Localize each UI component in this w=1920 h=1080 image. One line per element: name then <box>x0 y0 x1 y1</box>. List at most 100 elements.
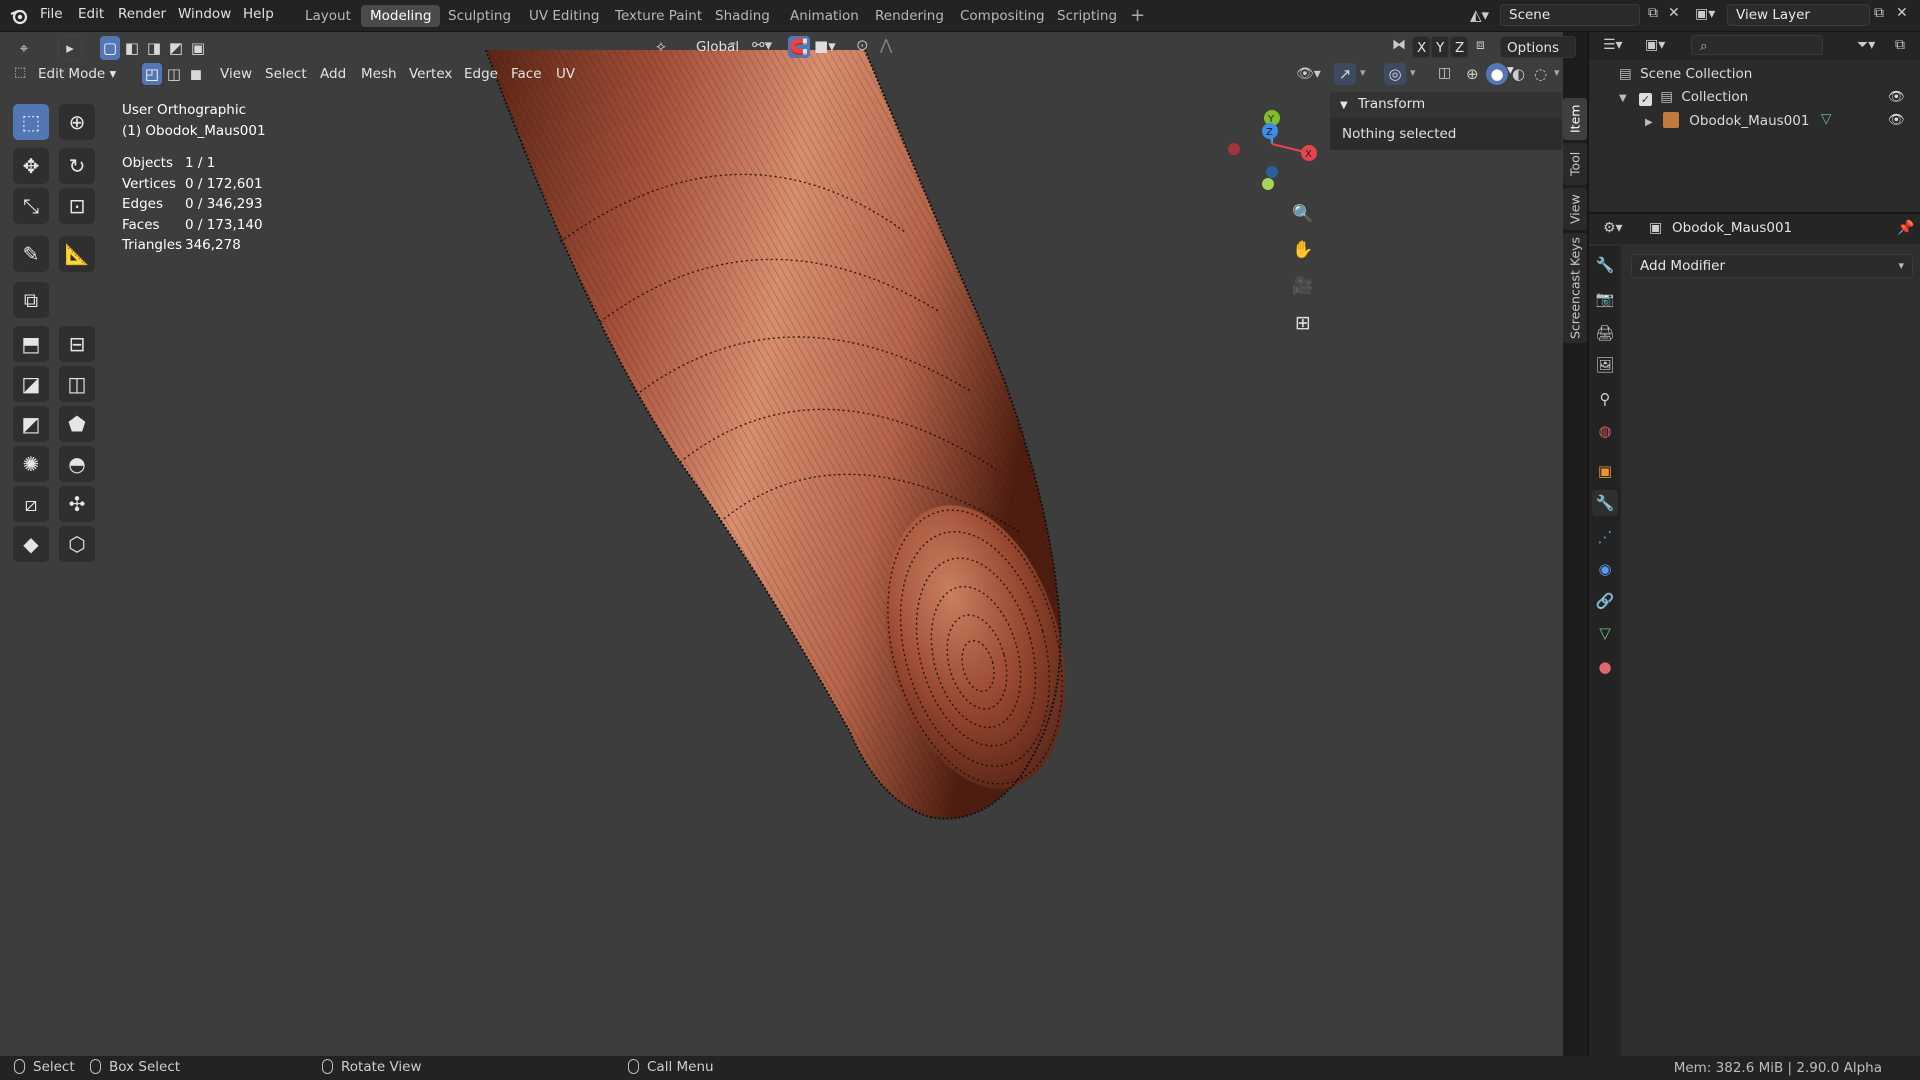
view-layer-props-icon[interactable]: 🖼 <box>1592 352 1618 378</box>
chevron-down-icon[interactable]: ▾ <box>1360 66 1366 79</box>
pan-hand-icon[interactable]: ✋ <box>1290 240 1316 266</box>
outliner-row-collection[interactable]: ▼ ✓ ▤ Collection 👁 <box>1619 89 1919 106</box>
shrink-fatten-tool-icon[interactable]: ✣ <box>59 486 95 522</box>
collection-checkbox[interactable]: ✓ <box>1639 93 1652 106</box>
annotate-tool-icon[interactable]: ✎ <box>13 236 49 272</box>
mesh-data-icon[interactable]: ▽ <box>1821 111 1831 127</box>
tab-sculpting[interactable]: Sculpting <box>439 5 520 27</box>
solid-shading-icon[interactable]: ● <box>1486 63 1508 85</box>
camera-view-icon[interactable]: 🎥 <box>1290 276 1316 302</box>
outliner-editor-icon[interactable]: ☰▾ <box>1603 37 1623 53</box>
snap-target-icon[interactable]: ■▾ <box>814 37 836 55</box>
properties-editor-icon[interactable]: ⚙▾ <box>1603 220 1623 236</box>
tab-layout[interactable]: Layout <box>296 5 360 27</box>
chevron-down-icon[interactable]: ▾ <box>1410 66 1416 79</box>
select-new-icon[interactable]: ▢ <box>100 36 120 60</box>
display-mode-icon[interactable]: ▣▾ <box>1645 37 1665 53</box>
loop-cut-tool-icon[interactable]: ◫ <box>59 366 95 402</box>
new-view-layer-icon[interactable]: ⧉ <box>1874 5 1884 21</box>
header-menu-uv[interactable]: UV <box>550 63 581 85</box>
mirror-x-toggle[interactable]: X <box>1412 36 1430 58</box>
header-menu-mesh[interactable]: Mesh <box>355 63 403 85</box>
wireframe-shading-icon[interactable]: ⊕ <box>1466 65 1479 83</box>
snap-toggle-icon[interactable]: 🧲 <box>788 36 810 58</box>
vertex-select-icon[interactable]: ◰ <box>142 63 162 85</box>
menu-help[interactable]: Help <box>243 6 274 22</box>
tab-texture-paint[interactable]: Texture Paint <box>606 5 711 27</box>
scene-selector-icon[interactable]: ◭▾ <box>1470 6 1489 24</box>
header-menu-vertex[interactable]: Vertex <box>403 63 458 85</box>
tab-scripting[interactable]: Scripting <box>1048 5 1126 27</box>
select-subtract-icon[interactable]: ◨ <box>144 36 164 60</box>
render-props-icon[interactable]: 📷 <box>1592 286 1618 312</box>
bevel-tool-icon[interactable]: ◪ <box>13 366 49 402</box>
expand-arrow-icon[interactable]: ▶ <box>1645 117 1653 128</box>
edge-select-icon[interactable]: ◫ <box>164 63 184 85</box>
mode-dropdown[interactable]: Edit Mode ▾ <box>32 63 132 85</box>
menu-render[interactable]: Render <box>118 6 166 22</box>
tab-rendering[interactable]: Rendering <box>866 5 953 27</box>
options-dropdown[interactable]: Options ▾ <box>1500 36 1576 78</box>
menu-file[interactable]: File <box>40 6 63 22</box>
view-layer-icon[interactable]: ▣▾ <box>1695 6 1715 22</box>
blender-logo-icon[interactable] <box>10 7 28 25</box>
expand-arrow-icon[interactable]: ▼ <box>1619 93 1627 104</box>
select-invert-icon[interactable]: ◩ <box>166 36 186 60</box>
cursor-tool-icon[interactable]: ⊕ <box>59 104 95 140</box>
move-tool-icon[interactable]: ✥ <box>13 148 49 184</box>
smooth-tool-icon[interactable]: ◓ <box>59 446 95 482</box>
output-props-icon[interactable]: 🖨 <box>1592 320 1618 346</box>
overlays-toggle-icon[interactable]: ◎ <box>1384 63 1406 85</box>
select-intersect-icon[interactable]: ▣ <box>188 36 208 60</box>
ortho-grid-icon[interactable]: ⊞ <box>1290 312 1316 338</box>
delete-view-layer-icon[interactable]: ✕ <box>1896 5 1908 21</box>
constraints-props-icon[interactable]: 🔗 <box>1592 588 1618 614</box>
gizmo-toggle-icon[interactable]: ↗ <box>1334 63 1356 85</box>
tab-compositing[interactable]: Compositing <box>951 5 1054 27</box>
tab-uv-editing[interactable]: UV Editing <box>520 5 608 27</box>
sidebar-tab-item[interactable]: Item <box>1563 98 1587 140</box>
outliner-search-input[interactable]: ⌕ <box>1691 35 1823 55</box>
auto-merge-icon[interactable]: ⧈ <box>1476 37 1485 53</box>
new-scene-icon[interactable]: ⧉ <box>1648 5 1658 21</box>
material-shading-icon[interactable]: ◐ <box>1512 65 1525 83</box>
scene-name-field[interactable]: Scene <box>1500 4 1640 26</box>
tab-modeling[interactable]: Modeling <box>361 5 441 27</box>
header-menu-view[interactable]: View <box>214 63 258 85</box>
add-modifier-dropdown[interactable]: Add Modifier ▾ <box>1631 254 1913 278</box>
mirror-z-toggle[interactable]: Z <box>1450 36 1468 58</box>
outliner-row-scene-collection[interactable]: ▤ Scene Collection <box>1619 66 1752 82</box>
sidebar-tab-view[interactable]: View <box>1563 188 1587 230</box>
inset-tool-icon[interactable]: ⊟ <box>59 326 95 362</box>
menu-edit[interactable]: Edit <box>78 6 104 22</box>
visibility-icon[interactable]: 👁▾ <box>1296 66 1321 82</box>
new-collection-icon[interactable]: ⧉ <box>1895 37 1905 53</box>
world-props-icon[interactable]: ◍ <box>1592 418 1618 444</box>
delete-scene-icon[interactable]: ✕ <box>1668 5 1680 21</box>
material-props-icon[interactable]: ● <box>1592 654 1618 680</box>
knife-tool-icon[interactable]: ◩ <box>13 406 49 442</box>
modifier-props-icon[interactable]: 🔧 <box>1592 490 1618 516</box>
chevron-down-icon[interactable]: ▾ <box>1554 66 1560 79</box>
tab-animation[interactable]: Animation <box>781 5 868 27</box>
orientation-dropdown[interactable]: Global <box>690 36 745 58</box>
add-cube-tool-icon[interactable]: ⧉ <box>13 282 49 318</box>
face-select-icon[interactable]: ◼ <box>186 63 206 85</box>
header-menu-select[interactable]: Select <box>259 63 313 85</box>
poly-build-tool-icon[interactable]: ⬟ <box>59 406 95 442</box>
eye-icon[interactable]: 👁 <box>1888 112 1905 128</box>
transform-tool-icon[interactable]: ⊡ <box>59 188 95 224</box>
header-menu-face[interactable]: Face <box>505 63 548 85</box>
outliner-row-object[interactable]: ▶ Obodok_Maus001 ▽ 👁 <box>1645 111 1919 129</box>
chevron-down-icon[interactable]: ▾ <box>730 38 736 51</box>
falloff-curve-icon[interactable]: ⋀ <box>880 36 892 54</box>
object-props-icon[interactable]: ▣ <box>1592 458 1618 484</box>
header-menu-edge[interactable]: Edge <box>458 63 504 85</box>
zoom-icon[interactable]: 🔍 <box>1290 204 1316 230</box>
measure-tool-icon[interactable]: 📐 <box>59 236 95 272</box>
physics-props-icon[interactable]: ◉ <box>1592 556 1618 582</box>
sidebar-tab-screencast-keys[interactable]: Screencast Keys <box>1563 233 1587 343</box>
scale-tool-icon[interactable]: ⤡ <box>13 188 49 224</box>
spin-tool-icon[interactable]: ✺ <box>13 446 49 482</box>
view-layer-field[interactable]: View Layer <box>1727 4 1870 26</box>
